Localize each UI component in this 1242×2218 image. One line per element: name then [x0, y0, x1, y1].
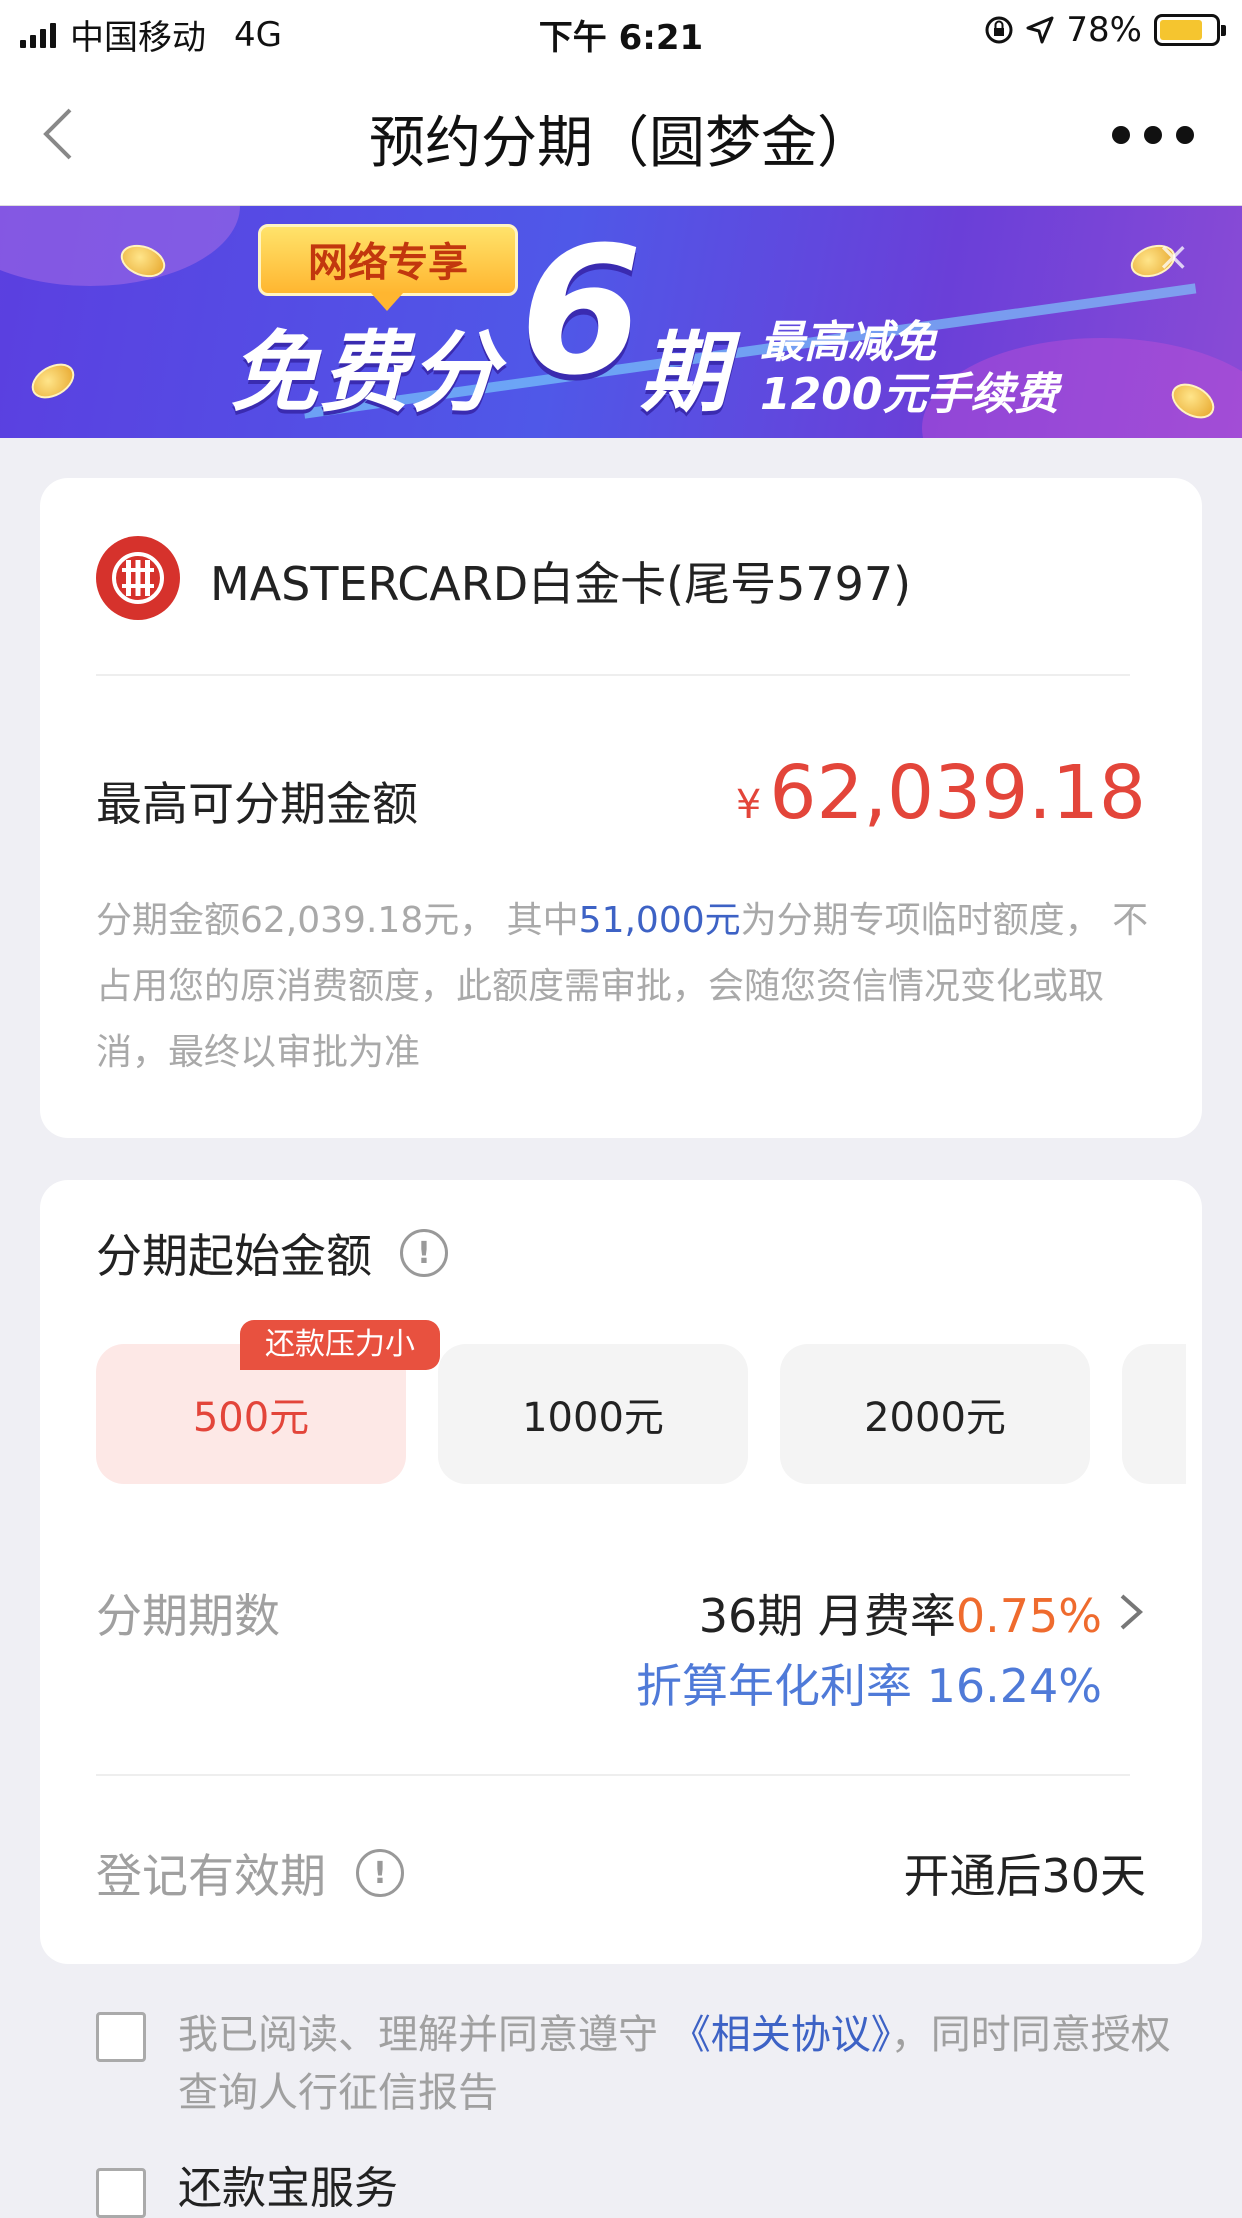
max-amount-number: 62,039.18 [769, 750, 1146, 836]
status-bar: 中国移动 4G 下午 6:21 78% [0, 0, 1242, 62]
banner-close-button[interactable]: × [1156, 234, 1190, 280]
amount-option-2000[interactable]: 2000元 [780, 1344, 1090, 1484]
card-name: MASTERCARD白金卡(尾号5797) [210, 557, 912, 611]
currency-symbol: ¥ [735, 782, 762, 828]
page-title: 预约分期（圆梦金） [369, 111, 873, 176]
amount-option-more[interactable] [1122, 1344, 1186, 1484]
info-icon[interactable]: ! [400, 1229, 448, 1277]
divider [96, 1774, 1130, 1776]
banner-main-text: 免费分 [230, 321, 501, 424]
agreement-link[interactable]: 《相关协议》 [671, 2012, 891, 2058]
max-amount-label: 最高可分期金额 [96, 777, 418, 831]
periods-value[interactable]: 36期 月费率0.75% [699, 1580, 1102, 1646]
note-text: 分期金额62,039.18元， 其中 [96, 900, 579, 941]
promo-banner[interactable]: 网络专享 免费分 6 期 最高减免 1200元手续费 × [0, 206, 1242, 438]
valid-period-row: 登记有效期 ! [96, 1840, 404, 1906]
agree-checkbox[interactable] [96, 2012, 146, 2062]
chevron-right-icon[interactable] [1116, 1590, 1146, 1634]
annual-rate: 折算年化利率 16.24% [635, 1659, 1102, 1713]
note-highlight: 51,000元 [578, 900, 741, 941]
valid-period-value: 开通后30天 [903, 1849, 1146, 1903]
installment-panel: 分期起始金额 ! 500元 1000元 2000元 还款压力小 分期期数 36期… [40, 1180, 1202, 1964]
recommend-badge: 还款压力小 [240, 1320, 440, 1370]
battery-fill [1160, 20, 1203, 40]
info-icon[interactable]: ! [356, 1849, 404, 1897]
agreement-text: 我已阅读、理解并同意遵守 《相关协议》，同时同意授权查询人行征信报告 [178, 2006, 1178, 2122]
banner-big-number: 6 [520, 209, 643, 414]
service-checkbox[interactable] [96, 2168, 146, 2218]
amount-option-1000[interactable]: 1000元 [438, 1344, 748, 1484]
bank-logo-mark [112, 552, 164, 604]
banner-sub-text-2: 1200元手续费 [760, 369, 1059, 420]
card-info-panel: MASTERCARD白金卡(尾号5797) 最高可分期金额 ¥ 62,039.1… [40, 478, 1202, 1138]
more-icon[interactable] [1112, 126, 1194, 144]
orientation-lock-icon [985, 16, 1013, 44]
agreement-text-1: 我已阅读、理解并同意遵守 [178, 2012, 671, 2058]
monthly-rate: 0.75% [955, 1589, 1102, 1643]
amount-note: 分期金额62,039.18元， 其中51,000元为分期专项临时额度， 不占用您… [96, 888, 1156, 1086]
start-amount-label: 分期起始金额 [96, 1229, 372, 1283]
banner-main-suffix: 期 [640, 321, 729, 424]
valid-period-label: 登记有效期 [96, 1849, 326, 1903]
service-label: 还款宝服务 [178, 2163, 398, 2214]
start-amount-title: 分期起始金额 ! [96, 1220, 448, 1286]
coin-icon [25, 356, 81, 406]
battery-percent: 78% [1066, 10, 1142, 50]
location-icon [1026, 16, 1054, 44]
battery-icon [1154, 14, 1226, 46]
divider [96, 674, 1130, 676]
status-right: 78% [984, 10, 1226, 50]
periods-text: 36期 月费率 [698, 1589, 956, 1643]
periods-label: 分期期数 [96, 1589, 280, 1643]
max-amount-value: ¥ 62,039.18 [736, 750, 1146, 836]
bank-logo-icon [96, 536, 180, 620]
banner-tag: 网络专享 [258, 224, 518, 311]
banner-decoration [0, 206, 240, 286]
nav-bar: 预约分期（圆梦金） [0, 62, 1242, 206]
